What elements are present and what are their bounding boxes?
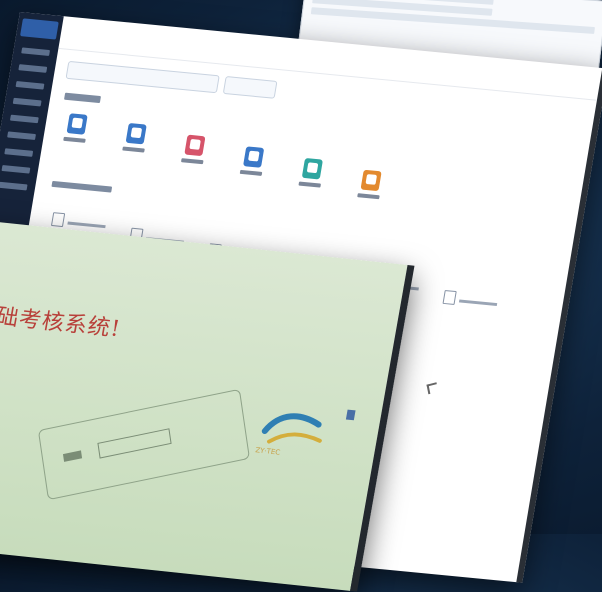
exam-system-window: 基础考核系统! ZY·TEC xyxy=(0,218,415,592)
presentation-stage: 基础考核系统! ZY·TEC xyxy=(0,0,602,592)
section-heading-files xyxy=(51,180,113,193)
sidebar-item[interactable] xyxy=(4,148,34,157)
sidebar-item[interactable] xyxy=(18,64,48,73)
sidebar-item[interactable] xyxy=(12,97,42,107)
sidebar-item[interactable] xyxy=(0,181,28,191)
mouse-cursor-icon xyxy=(426,382,439,395)
secondary-tab[interactable] xyxy=(222,76,278,99)
app-icon-orange[interactable] xyxy=(360,169,382,192)
sidebar-item[interactable] xyxy=(9,114,39,124)
sidebar-item[interactable] xyxy=(1,165,31,174)
address-tab[interactable] xyxy=(65,60,220,94)
sidebar-item[interactable] xyxy=(7,131,36,141)
app-icon-red[interactable] xyxy=(184,134,206,157)
app-icon-blue[interactable] xyxy=(66,113,88,135)
app-icon-blue-3[interactable] xyxy=(243,146,265,168)
device-illustration xyxy=(37,388,250,501)
section-heading xyxy=(64,92,101,104)
app-icon-teal[interactable] xyxy=(301,157,323,180)
device-nub xyxy=(62,450,83,462)
app-caption xyxy=(298,181,322,188)
logo-text: ZY·TEC xyxy=(254,446,281,457)
corner-badge xyxy=(345,409,356,421)
app-caption xyxy=(357,193,380,200)
app-caption xyxy=(63,136,86,143)
app-icon-blue-2[interactable] xyxy=(125,122,147,145)
sidebar-item[interactable] xyxy=(21,47,51,56)
device-slot xyxy=(97,428,172,459)
sidebar-item[interactable] xyxy=(15,80,45,90)
app-caption xyxy=(122,146,145,153)
app-caption xyxy=(180,158,204,165)
file-item[interactable] xyxy=(442,289,499,314)
file-icon xyxy=(442,289,457,305)
page-title: 基础考核系统! xyxy=(0,302,123,343)
app-caption xyxy=(239,169,263,176)
brand-logo xyxy=(20,18,59,40)
file-icon xyxy=(50,212,66,228)
